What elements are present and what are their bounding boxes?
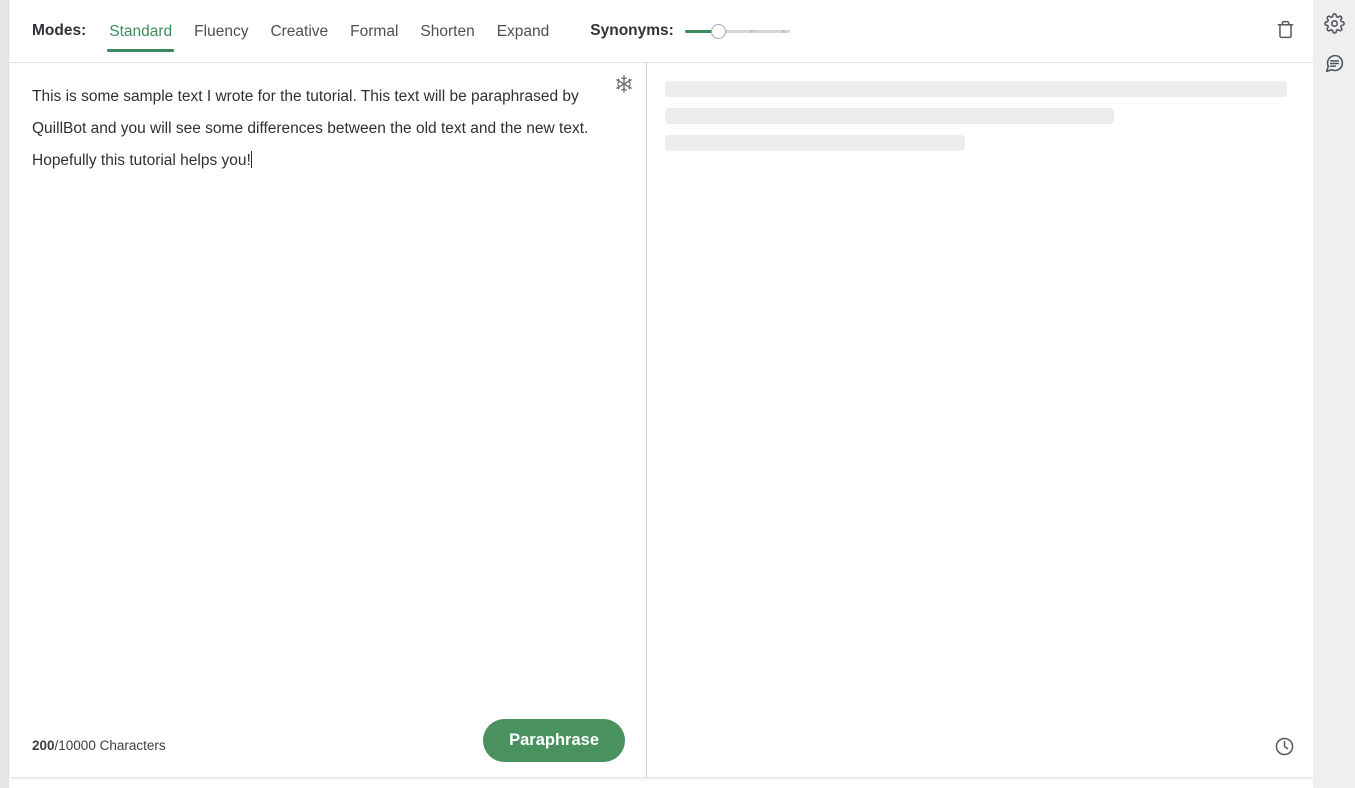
mode-tab-formal[interactable]: Formal xyxy=(339,0,409,63)
synonyms-label: Synonyms: xyxy=(590,22,674,39)
skeleton-bar xyxy=(665,108,1115,124)
chat-icon xyxy=(1324,53,1345,79)
skeleton-bar xyxy=(665,81,1287,97)
character-count-current: 200 xyxy=(32,737,55,753)
toolbar: Modes: Standard Fluency Creative Formal … xyxy=(10,0,1313,63)
settings-button[interactable] xyxy=(1321,13,1347,39)
app-root: Modes: Standard Fluency Creative Formal … xyxy=(0,0,1355,788)
character-count: 200/10000 Characters xyxy=(32,738,166,753)
character-count-limit: /10000 Characters xyxy=(54,737,166,753)
synonyms-control: Synonyms: xyxy=(590,22,790,40)
slider-thumb[interactable] xyxy=(710,24,726,39)
input-text-content: This is some sample text I wrote for the… xyxy=(32,88,593,169)
slider-tick xyxy=(749,30,753,33)
snowflake-icon xyxy=(614,74,634,99)
slider-tick xyxy=(781,30,785,33)
gear-icon xyxy=(1323,13,1345,39)
clock-icon xyxy=(1274,736,1295,762)
input-pane[interactable]: This is some sample text I wrote for the… xyxy=(10,63,647,777)
modes-label: Modes: xyxy=(32,22,87,39)
skeleton-bar xyxy=(665,135,965,151)
paraphrase-button[interactable]: Paraphrase xyxy=(483,719,625,762)
output-skeleton xyxy=(665,81,1287,162)
text-caret xyxy=(250,151,252,168)
feedback-button[interactable] xyxy=(1321,53,1347,79)
mode-tab-expand[interactable]: Expand xyxy=(486,0,561,63)
input-textarea[interactable]: This is some sample text I wrote for the… xyxy=(32,81,612,177)
paraphraser-card: Modes: Standard Fluency Creative Formal … xyxy=(10,0,1313,777)
modes-tablist: Standard Fluency Creative Formal Shorten… xyxy=(98,0,560,63)
trash-icon xyxy=(1276,20,1295,44)
mode-tab-fluency[interactable]: Fluency xyxy=(183,0,259,63)
input-footer: 200/10000 Characters Paraphrase xyxy=(10,713,647,777)
output-pane[interactable] xyxy=(647,63,1313,777)
mode-tab-shorten[interactable]: Shorten xyxy=(409,0,485,63)
history-button[interactable] xyxy=(1271,736,1297,762)
editor-panes: This is some sample text I wrote for the… xyxy=(10,63,1313,777)
mode-tab-standard[interactable]: Standard xyxy=(98,0,183,63)
delete-text-button[interactable] xyxy=(1272,19,1298,45)
freeze-words-button[interactable] xyxy=(611,73,637,99)
mode-tab-creative[interactable]: Creative xyxy=(259,0,339,63)
right-sidebar xyxy=(1313,0,1355,788)
synonyms-slider[interactable] xyxy=(684,22,790,40)
